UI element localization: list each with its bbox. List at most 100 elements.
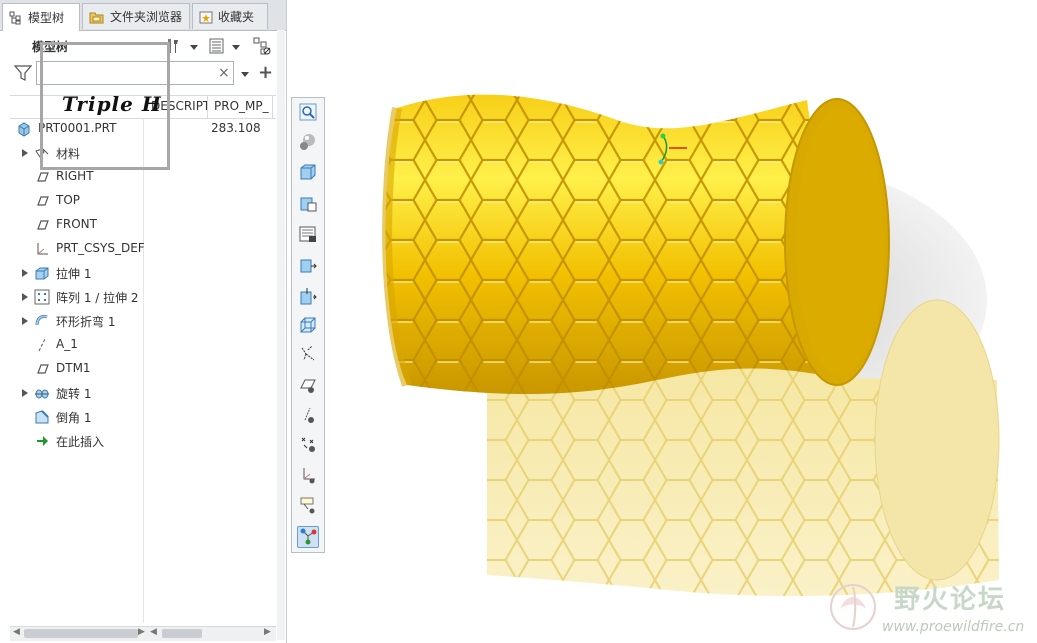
- horizontal-scrollbar[interactable]: ◀ ▶ ◀ ▶: [10, 626, 276, 641]
- pattern-icon: [34, 289, 50, 305]
- standard-orientation-icon: [299, 163, 317, 184]
- tree-item[interactable]: PRT_CSYS_DEF: [10, 238, 276, 260]
- scroll-left-icon[interactable]: ◀: [150, 627, 157, 637]
- point-display-icon: [299, 435, 317, 456]
- display-style-icon: [299, 316, 317, 337]
- expand-arrow-icon[interactable]: [22, 317, 28, 325]
- tree-filter-button[interactable]: [252, 36, 272, 56]
- model-tree-panel: 模型树 文件夹浏览器 收藏夹 模型树 × + DESCRIPT PRO_MP_ …: [0, 0, 287, 643]
- tree-item[interactable]: 在此插入: [10, 430, 276, 452]
- standard-orientation-button[interactable]: [297, 162, 319, 184]
- part-icon: [16, 121, 32, 137]
- tree-item[interactable]: A_1: [10, 334, 276, 356]
- view-toolbar: [291, 97, 325, 553]
- datum-plane-icon: [34, 217, 50, 233]
- show-button[interactable]: [207, 36, 227, 56]
- expand-arrow-icon[interactable]: [22, 269, 28, 277]
- tree-item-label: TOP: [56, 193, 81, 207]
- saved-views-icon: [299, 194, 317, 215]
- tree-item[interactable]: 拉伸 1: [10, 262, 276, 284]
- scroll-right-icon[interactable]: ▶: [264, 627, 271, 637]
- search-dropdown-icon[interactable]: [241, 72, 249, 77]
- tab-folder-browser[interactable]: 文件夹浏览器: [82, 3, 190, 29]
- scroll-left-icon[interactable]: ◀: [13, 627, 20, 637]
- settings-dropdown-icon[interactable]: [190, 45, 198, 50]
- tab-label: 模型树: [28, 11, 65, 25]
- model-tree-connect-icon: [299, 527, 317, 548]
- tree-item[interactable]: DTM1: [10, 358, 276, 380]
- saved-views-button[interactable]: [297, 193, 319, 215]
- model-tree-icon: [9, 11, 21, 24]
- datum-display-button[interactable]: [297, 344, 319, 366]
- datum-plane-icon: [34, 193, 50, 209]
- tree-item[interactable]: TOP: [10, 190, 276, 212]
- tree-item[interactable]: FRONT: [10, 214, 276, 236]
- section-view-button[interactable]: [297, 255, 319, 277]
- filter-icon[interactable]: [14, 65, 32, 81]
- show-columns-icon: [209, 38, 224, 54]
- tab-model-tree[interactable]: 模型树: [2, 3, 80, 31]
- scroll-thumb[interactable]: [24, 629, 138, 638]
- tree-item[interactable]: 环形折弯 1: [10, 310, 276, 332]
- insert-here-icon: [34, 433, 50, 449]
- logo-name: 野火论坛: [894, 585, 1007, 615]
- tree-item-value: 283.108: [211, 121, 261, 135]
- csys-display-button[interactable]: [297, 465, 319, 487]
- chamfer-icon: [34, 409, 50, 425]
- csys-icon: [34, 241, 50, 257]
- expand-arrow-icon[interactable]: [22, 149, 28, 157]
- point-display-button[interactable]: [297, 434, 319, 456]
- annotation-display-icon: [299, 496, 317, 517]
- shading-button[interactable]: [297, 132, 319, 154]
- tab-label: 文件夹浏览器: [110, 10, 183, 24]
- scroll-right-icon[interactable]: ▶: [138, 627, 145, 637]
- clear-search-icon[interactable]: ×: [218, 65, 230, 81]
- appearance-gallery-button[interactable]: [297, 224, 319, 246]
- tree-item[interactable]: 倒角 1: [10, 406, 276, 428]
- tree-item-label: 倒角 1: [56, 411, 92, 425]
- tree-item[interactable]: 阵列 1 / 拉伸 2: [10, 286, 276, 308]
- model-viewport[interactable]: [287, 0, 1037, 643]
- axis-display-button[interactable]: [297, 405, 319, 427]
- watermark-text: Triple H: [62, 92, 162, 116]
- plane-display-button[interactable]: [297, 375, 319, 397]
- panel-tabs: 模型树 文件夹浏览器 收藏夹: [0, 0, 286, 31]
- scroll-thumb[interactable]: [162, 629, 202, 638]
- tree-item-label: 在此插入: [56, 435, 105, 449]
- logo-icon: [830, 584, 876, 630]
- datum-display-icon: [299, 345, 317, 366]
- datum-axis-icon: [34, 337, 50, 353]
- tab-favorites[interactable]: 收藏夹: [192, 3, 268, 29]
- section-view-icon: [299, 256, 317, 277]
- tree-item-label: 拉伸 1: [56, 267, 92, 281]
- tree-item-label: 旋转 1: [56, 387, 92, 401]
- tree-filter-icon: [253, 37, 271, 55]
- datum-plane-icon: [34, 169, 50, 185]
- revolve-icon: [34, 385, 50, 401]
- site-logo: 野火论坛 www.proewildfire.cn: [828, 577, 1033, 639]
- zoom-to-fit-button[interactable]: [297, 102, 319, 124]
- show-dropdown-icon[interactable]: [232, 45, 240, 50]
- tree-item-label: A_1: [56, 337, 78, 351]
- add-filter-icon[interactable]: +: [258, 62, 273, 83]
- axis-display-icon: [299, 406, 317, 427]
- tree-item-label: RIGHT: [56, 169, 94, 183]
- column-pro-mp[interactable]: PRO_MP_: [214, 99, 272, 113]
- expand-arrow-icon[interactable]: [22, 389, 28, 397]
- model-tree-connect-button[interactable]: [297, 526, 319, 548]
- expand-arrow-icon[interactable]: [22, 293, 28, 301]
- toroidal-bend-icon: [34, 313, 50, 329]
- tree-item[interactable]: 旋转 1: [10, 382, 276, 404]
- shading-icon: [299, 133, 317, 154]
- tree-item-label: FRONT: [56, 217, 97, 231]
- display-style-button[interactable]: [297, 315, 319, 337]
- datum-plane-icon: [34, 361, 50, 377]
- csys-display-icon: [299, 466, 317, 487]
- annotation-display-button[interactable]: [297, 495, 319, 517]
- logo-url: www.proewildfire.cn: [882, 619, 1025, 635]
- vertical-scrollbar[interactable]: [277, 30, 285, 640]
- spin-center-button[interactable]: [297, 286, 319, 308]
- part-model[interactable]: [377, 80, 890, 410]
- zoom-to-fit-icon: [299, 103, 317, 124]
- folder-browser-icon: [89, 12, 104, 23]
